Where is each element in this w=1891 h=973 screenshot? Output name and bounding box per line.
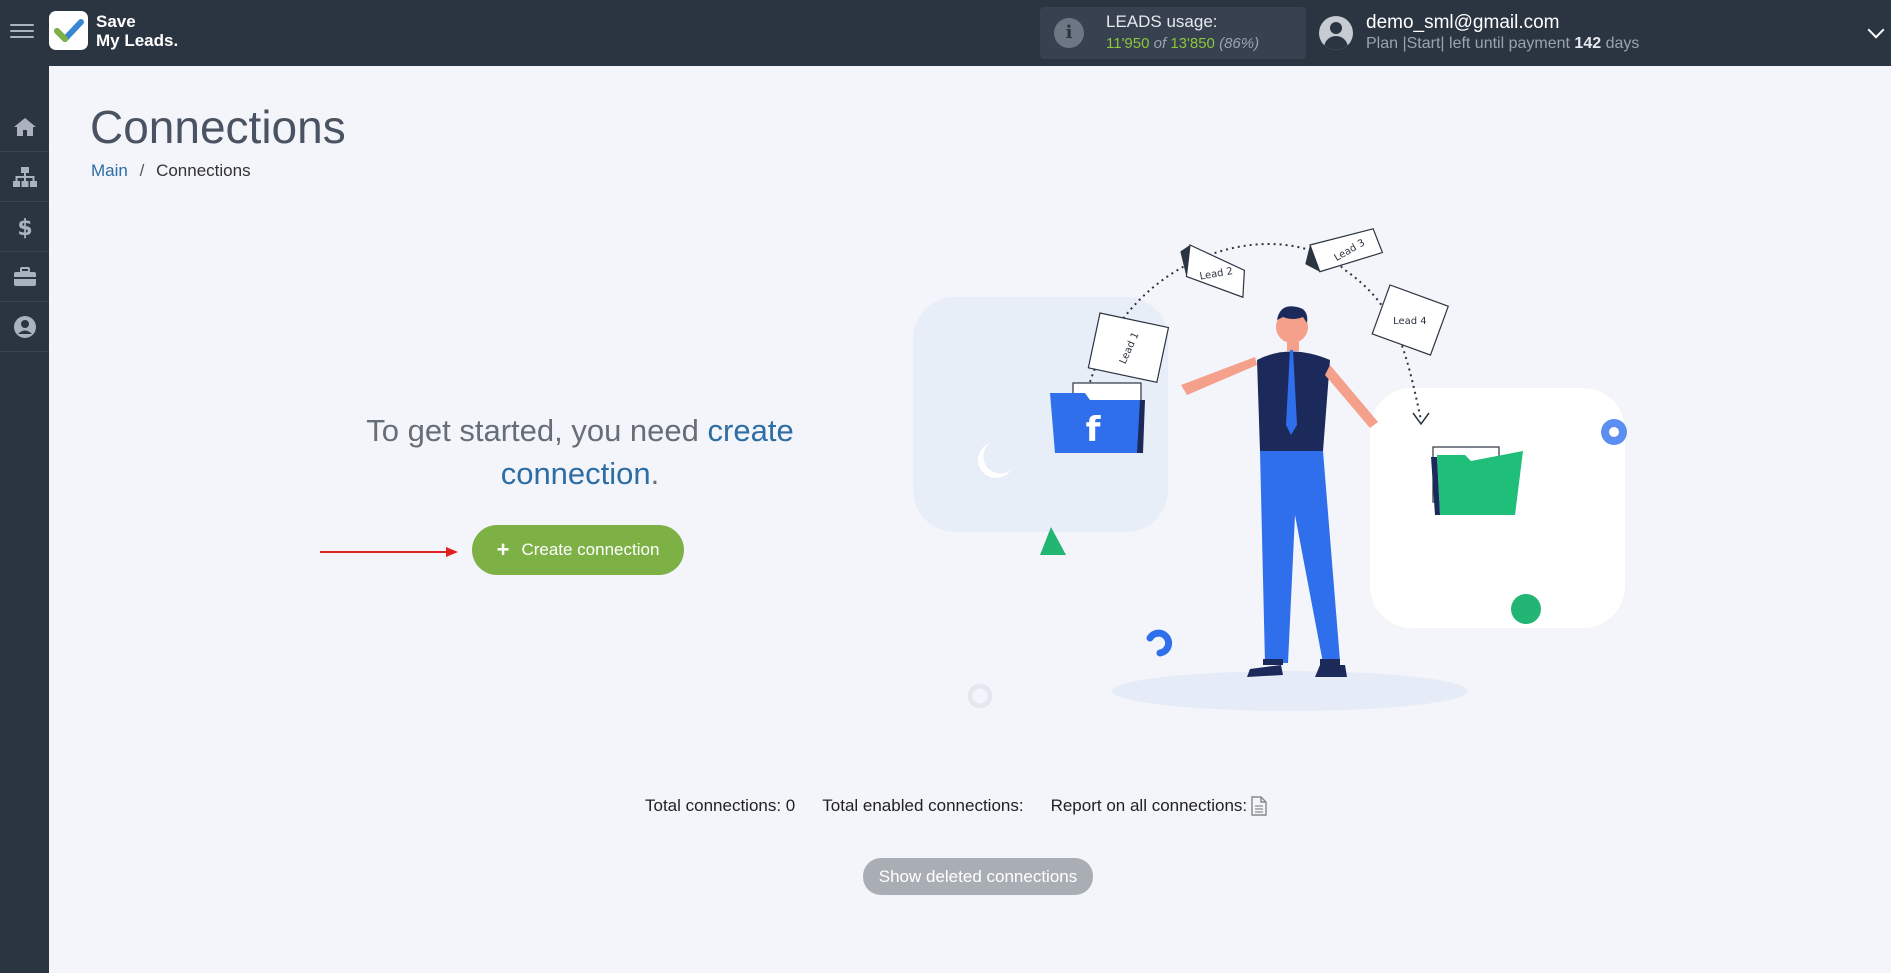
- usage-values: 11'950 of 13'850 (86%): [1106, 35, 1259, 52]
- total-connections: Total connections: 0: [645, 796, 796, 815]
- create-connection-label: Create connection: [521, 540, 660, 559]
- intro-message: To get started, you need create connecti…: [330, 409, 830, 495]
- sidebar-item-connections[interactable]: [0, 152, 49, 202]
- plan-info: Plan |Start| left until payment 142 days: [1366, 35, 1639, 53]
- report-label: Report on all connections:: [1050, 796, 1248, 815]
- top-bar: Save My Leads. i LEADS usage: 11'950 of …: [0, 0, 1891, 66]
- sitemap-icon: [12, 166, 37, 187]
- info-icon[interactable]: i: [1054, 18, 1084, 48]
- menu-icon[interactable]: [10, 20, 34, 44]
- logo-text-line2: My Leads.: [96, 30, 179, 50]
- connections-illustration: Lead 1 Lead 2 Lead 3 Lead 4 f: [913, 228, 1627, 711]
- sidebar-item-profile[interactable]: [0, 302, 49, 352]
- breadcrumb-current: Connections: [156, 161, 251, 180]
- leads-usage-panel: i LEADS usage: 11'950 of 13'850 (86%): [1040, 7, 1306, 59]
- usage-percent: (86%): [1219, 35, 1260, 52]
- create-connection-button[interactable]: + Create connection: [472, 525, 684, 575]
- user-avatar-icon[interactable]: [1319, 16, 1353, 50]
- user-email[interactable]: demo_sml@gmail.com: [1366, 12, 1560, 34]
- sidebar-item-tools[interactable]: [0, 252, 49, 302]
- logo-check-icon: [49, 11, 88, 50]
- show-deleted-connections-button[interactable]: Show deleted connections: [863, 858, 1093, 895]
- svg-text:$: $: [17, 216, 32, 239]
- chevron-down-icon[interactable]: [1867, 21, 1885, 39]
- red-arrow-annotation: [320, 547, 458, 557]
- breadcrumb-main-link[interactable]: Main: [91, 161, 128, 180]
- page-title: Connections: [90, 101, 346, 153]
- plan-days: 142: [1574, 35, 1602, 52]
- dollar-icon: $: [17, 216, 32, 239]
- logo-text-line1: Save: [96, 11, 136, 31]
- breadcrumb-separator: /: [139, 161, 145, 180]
- breadcrumb: Main / Connections: [91, 161, 251, 181]
- connection-stats: Total connections: 0 Total enabled conne…: [645, 796, 1267, 816]
- app-logo[interactable]: Save My Leads.: [49, 11, 178, 50]
- plan-text: Plan |Start| left until payment: [1366, 35, 1570, 52]
- intro-text: To get started, you need: [366, 413, 699, 448]
- plus-icon: +: [496, 537, 510, 562]
- plan-days-suffix: days: [1605, 35, 1640, 52]
- home-icon: [13, 117, 36, 136]
- intro-end: .: [650, 456, 660, 491]
- usage-label: LEADS usage:: [1106, 12, 1218, 31]
- lead-4-label: Lead 4: [1393, 316, 1427, 327]
- sidebar-item-home[interactable]: [0, 102, 49, 152]
- usage-of: of: [1153, 35, 1167, 52]
- document-icon[interactable]: [1251, 796, 1267, 816]
- facebook-icon: f: [1086, 410, 1102, 450]
- total-enabled-connections: Total enabled connections:: [822, 796, 1024, 815]
- usage-total: 13'850: [1170, 35, 1215, 52]
- sidebar-item-billing[interactable]: $: [0, 202, 49, 252]
- usage-used: 11'950: [1106, 35, 1150, 52]
- sidebar: $: [0, 66, 49, 973]
- user-circle-icon: [13, 315, 36, 338]
- briefcase-icon: [13, 266, 36, 286]
